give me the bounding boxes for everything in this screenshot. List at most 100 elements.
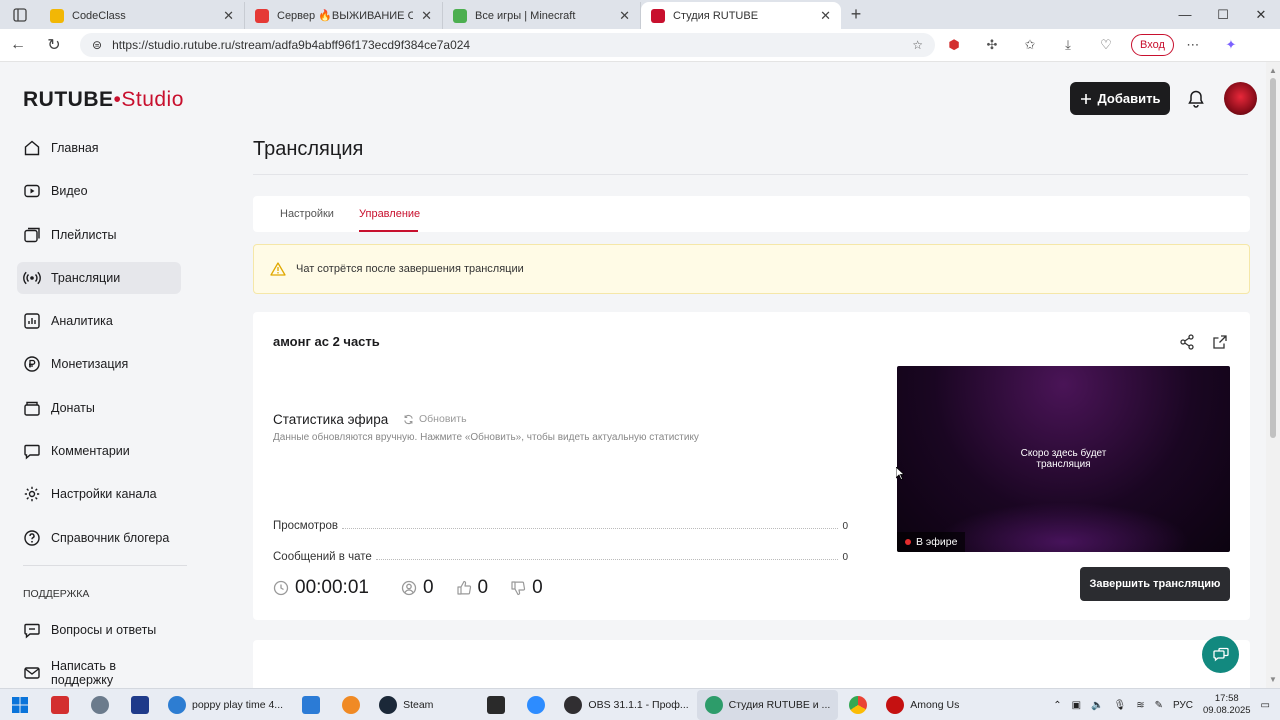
browser-essentials-icon[interactable]: ♡: [1087, 37, 1125, 53]
tab-management[interactable]: Управление: [359, 208, 420, 220]
support-chat-button[interactable]: [1202, 636, 1239, 673]
share-icon[interactable]: [1179, 334, 1195, 350]
system-tray: ⌃ ▣ 🔈 🎙 ≋ ✎ РУС 17:58 09.08.2025 ▭: [1053, 689, 1280, 720]
next-section-card: [253, 640, 1250, 688]
notifications-icon[interactable]: ▭: [1261, 700, 1270, 711]
close-icon[interactable]: ✕: [223, 8, 234, 24]
taskbar-app[interactable]: OBS 31.1.1 - Проф...: [556, 690, 696, 720]
clock[interactable]: 17:58 09.08.2025: [1203, 693, 1251, 718]
taskbar-app[interactable]: poppy play time 4...: [160, 690, 291, 720]
tab-settings[interactable]: Настройки: [280, 208, 334, 220]
end-stream-button[interactable]: Завершить трансляцию: [1080, 567, 1230, 601]
browser-login-button[interactable]: Вход: [1131, 34, 1174, 56]
sidebar-item-donations[interactable]: Донаты: [17, 392, 181, 424]
logo-studio: Studio: [121, 88, 184, 111]
microphone-icon[interactable]: 🎙: [1113, 700, 1126, 711]
tab-title: Студия RUTUBE: [673, 9, 759, 22]
start-icon[interactable]: [5, 690, 35, 720]
sidebar-item-home[interactable]: Главная: [17, 132, 181, 164]
sidebar-item-video[interactable]: Видео: [17, 175, 181, 207]
taskbar-app[interactable]: Among Us: [878, 690, 967, 720]
tray-expand-icon[interactable]: ⌃: [1053, 700, 1061, 711]
browser-tab-bar: CodeClass ✕ Сервер 🔥ВЫЖИВАНИЕ ОДИН ✕ Все…: [0, 0, 1280, 29]
stream-preview-player[interactable]: Скоро здесь будет трансляция В эфире: [897, 366, 1230, 552]
logo[interactable]: RUTUBE•Studio: [23, 88, 184, 112]
warning-banner: Чат сотрётся после завершения трансляции: [253, 244, 1250, 294]
page-scrollbar[interactable]: ▲ ▼: [1266, 62, 1280, 688]
bookmark-star-icon[interactable]: ☆: [912, 38, 923, 52]
taskbar-app[interactable]: Steam: [371, 690, 441, 720]
sidebar-item-broadcasts[interactable]: Трансляции: [17, 261, 181, 294]
tabs-bar: Настройки Управление: [253, 196, 1250, 232]
chrome-icon[interactable]: [843, 690, 873, 720]
close-icon[interactable]: ✕: [820, 8, 831, 24]
taskbar-app-icon[interactable]: [125, 690, 155, 720]
among-us-icon: [886, 695, 905, 714]
stream-name: амонг ас 2 часть: [273, 334, 380, 349]
scrollbar-thumb[interactable]: [1270, 78, 1276, 438]
taskbar-app-label: OBS 31.1.1 - Проф...: [588, 698, 689, 711]
close-icon[interactable]: ✕: [421, 8, 432, 24]
minimize-icon[interactable]: —: [1166, 0, 1204, 29]
volume-icon[interactable]: 🔈: [1091, 700, 1103, 711]
browser-tab-active[interactable]: Студия RUTUBE ✕: [641, 2, 841, 29]
refresh-label: Обновить: [419, 413, 467, 425]
epic-games-icon[interactable]: [481, 690, 511, 720]
metric-likes: 0: [456, 577, 488, 599]
favorites-icon[interactable]: ✩: [1011, 37, 1049, 53]
back-icon[interactable]: ←: [0, 36, 36, 54]
tab-favicon-icon: [453, 8, 467, 23]
url-field[interactable]: ⊜ https://studio.rutube.ru/stream/adfa9b…: [80, 33, 935, 57]
sidebar-item-channel-settings[interactable]: Настройки канала: [17, 478, 181, 510]
copilot-icon[interactable]: ✦: [1212, 37, 1250, 53]
sidebar-item-comments[interactable]: Комментарии: [17, 435, 181, 467]
new-tab-icon[interactable]: +: [841, 4, 871, 25]
more-menu-icon[interactable]: ⋯: [1174, 37, 1212, 53]
open-external-icon[interactable]: [1212, 334, 1228, 350]
browser-tab[interactable]: CodeClass ✕: [40, 2, 245, 29]
stream-metrics: 00:00:01 0 0 0: [273, 577, 543, 599]
taskbar-app-active[interactable]: Студия RUTUBE и ...: [696, 689, 839, 720]
sidebar-item-contact-support[interactable]: Написать в поддержку: [17, 657, 181, 688]
add-button[interactable]: Добавить: [1070, 82, 1170, 115]
extensions-puzzle-icon[interactable]: ✣: [973, 37, 1011, 53]
close-window-icon[interactable]: ✕: [1242, 0, 1280, 29]
site-info-icon[interactable]: ⊜: [92, 38, 102, 52]
browser-tab[interactable]: Все игры | Minecraft ✕: [443, 2, 641, 29]
scroll-down-icon[interactable]: ▼: [1269, 675, 1277, 684]
browser-tab[interactable]: Сервер 🔥ВЫЖИВАНИЕ ОДИН ✕: [245, 2, 443, 29]
player-message-line: трансляция: [1036, 459, 1091, 470]
extension-icon[interactable]: ⬢: [935, 37, 973, 53]
refresh-button[interactable]: Обновить: [403, 413, 467, 425]
sidebar-item-blogger-guide[interactable]: Справочник блогера: [17, 522, 181, 554]
downloads-icon[interactable]: ⤓: [1049, 37, 1087, 53]
sidebar-item-label: Плейлисты: [51, 227, 117, 242]
pen-icon[interactable]: ✎: [1155, 700, 1163, 711]
maximize-icon[interactable]: ☐: [1204, 0, 1242, 29]
avatar[interactable]: [1224, 82, 1257, 115]
stat-value: 0: [842, 552, 848, 563]
sidebar-item-analytics[interactable]: Аналитика: [17, 305, 181, 337]
bell-icon[interactable]: [1186, 89, 1206, 109]
sidebar-item-monetization[interactable]: Монетизация: [17, 348, 181, 380]
zoom-icon[interactable]: [521, 690, 551, 720]
taskbar-app-label: Among Us: [910, 698, 960, 711]
sidebar-item-faq[interactable]: Вопросы и ответы: [17, 614, 181, 646]
mail-icon: [24, 667, 40, 679]
language-indicator[interactable]: РУС: [1173, 700, 1193, 711]
blender-icon[interactable]: [336, 690, 366, 720]
wifi-icon[interactable]: ≋: [1136, 700, 1144, 711]
tab-actions-icon[interactable]: [0, 0, 40, 29]
reload-icon[interactable]: ↻: [36, 35, 72, 55]
sidebar-item-label: Написать в поддержку: [51, 659, 117, 688]
settings-gear-icon[interactable]: [85, 690, 115, 720]
tab-title: Сервер 🔥ВЫЖИВАНИЕ ОДИН: [277, 10, 414, 22]
steam-icon: [379, 695, 398, 714]
scroll-up-icon[interactable]: ▲: [1269, 66, 1277, 75]
metric-timer: 00:00:01: [273, 577, 369, 599]
sidebar-item-playlists[interactable]: Плейлисты: [17, 219, 181, 251]
tray-app-icon[interactable]: ▣: [1072, 700, 1081, 711]
close-icon[interactable]: ✕: [619, 8, 630, 24]
taskbar-app-icon[interactable]: [45, 690, 75, 720]
vscode-icon[interactable]: [296, 690, 326, 720]
